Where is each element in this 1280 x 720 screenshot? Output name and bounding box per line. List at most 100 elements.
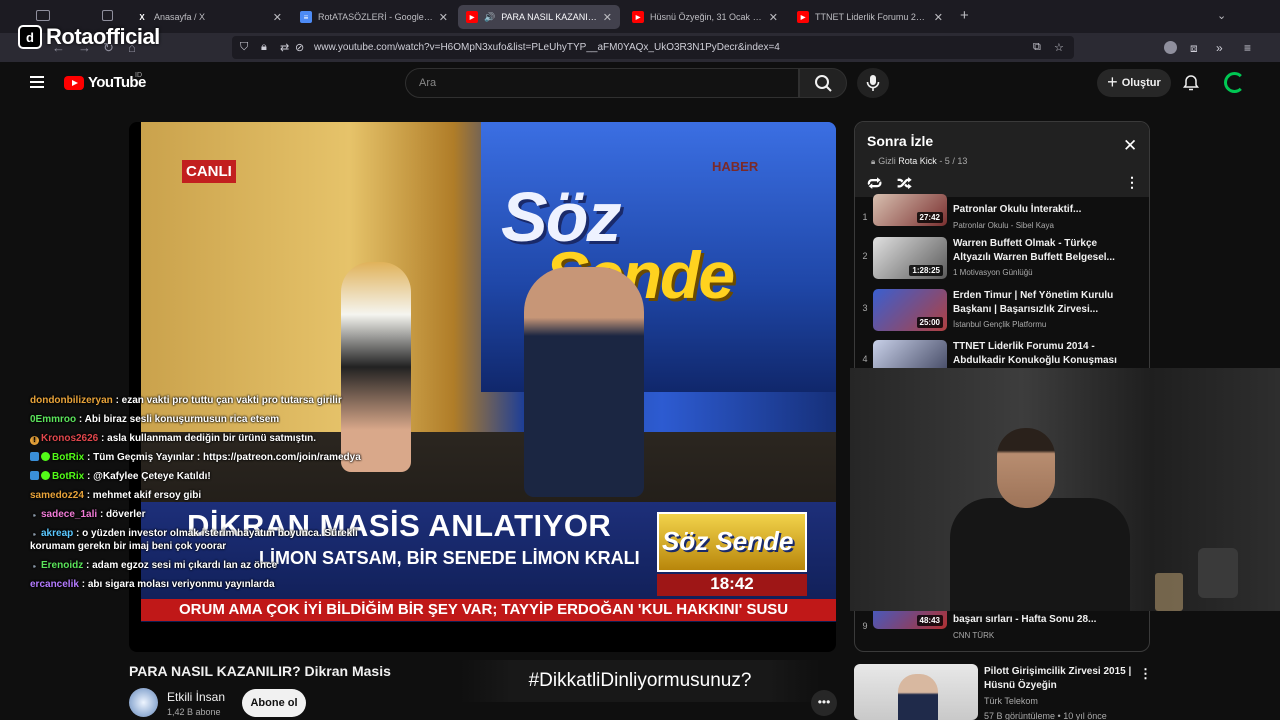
playlist-item-index: 4 xyxy=(862,354,868,364)
chat-username: Erenoidz xyxy=(41,560,84,571)
channel-name[interactable]: Etkili İnsan xyxy=(167,690,225,704)
duration-badge: 1:28:25 xyxy=(909,265,943,276)
close-icon[interactable]: ✕ xyxy=(1123,136,1137,156)
plus-icon: + xyxy=(1107,71,1118,92)
chat-text: : o yüzden investor olmak isterim hayatı… xyxy=(30,528,358,552)
browser-tab[interactable]: ≡ RotATASÖZLERİ - Google Dokü ✕ xyxy=(292,5,456,29)
close-tab-icon[interactable]: ✕ xyxy=(439,11,448,24)
chat-username: sadece_1ali xyxy=(41,509,98,520)
chat-username: BotRix xyxy=(52,471,85,482)
tracking-blocked-icon[interactable]: ⊘ xyxy=(295,41,304,54)
playlist-title[interactable]: Sonra İzle xyxy=(867,133,933,149)
sidebar-toggle-icon[interactable] xyxy=(36,10,50,21)
chat-username: akreap xyxy=(41,528,74,539)
related-title[interactable]: Pilott Girişimcilik Zirvesi 2015 | Hüsnü… xyxy=(984,665,1134,693)
glass xyxy=(1155,573,1183,611)
permissions-icon[interactable]: ⇄ xyxy=(280,41,289,54)
youtube-logo[interactable]: YouTube xyxy=(64,74,146,91)
warning-badge-icon: ! xyxy=(30,436,39,445)
playlist-item-index: 2 xyxy=(862,251,868,261)
close-tab-icon[interactable]: ✕ xyxy=(769,11,778,24)
create-button[interactable]: + Oluştur xyxy=(1097,69,1171,97)
x-logo-icon: X xyxy=(139,12,145,22)
playlist-position: - 5 / 13 xyxy=(939,156,968,166)
chat-message: ⁍ Erenoidz : adam egzoz sesi mi çıkardı l… xyxy=(30,559,370,572)
related-channel[interactable]: Türk Telekom xyxy=(984,696,1038,706)
more-vert-icon[interactable]: ⋮ xyxy=(1125,174,1139,191)
more-tools-icon[interactable]: » xyxy=(1216,41,1223,55)
menu-icon[interactable]: ≡ xyxy=(1244,41,1251,55)
chat-message: ercancelik : abı sigara molası veriyonmu… xyxy=(30,578,370,591)
playlist-item-title: Patronlar Okulu İnteraktif... xyxy=(953,204,1082,215)
search-input[interactable]: Ara xyxy=(405,68,799,98)
chat-username: BotRix xyxy=(52,452,85,463)
related-thumbnail[interactable] xyxy=(854,664,978,720)
playlist-item-title: başarı sırları - Hafta Sonu 28... xyxy=(953,614,1097,625)
duration-badge: 48:43 xyxy=(916,615,943,626)
subscribe-button[interactable]: Abone ol xyxy=(242,689,306,717)
chat-text: : mehmet akif ersoy gibi xyxy=(86,490,202,501)
playlist-item-channel: 1 Motivasyon Günlüğü xyxy=(953,268,1033,277)
playlist-item-channel: CNN TÜRK xyxy=(953,631,995,640)
account-icon[interactable] xyxy=(1164,41,1177,54)
close-tab-icon[interactable]: ✕ xyxy=(273,11,282,24)
new-tab-icon[interactable]: + xyxy=(960,7,969,24)
more-actions-button[interactable]: ••• xyxy=(811,690,837,716)
more-vert-icon[interactable]: ⋮ xyxy=(1139,666,1152,682)
chat-message: 0Emmroo : Abi biraz sesli konuşurmusun r… xyxy=(30,413,370,426)
playlist-item-title: TTNET Liderlik Forumu 2014 - Abdulkadir … xyxy=(953,341,1117,366)
video-title: PARA NASIL KAZANILIR? Dikran Masis xyxy=(129,663,391,679)
browser-tab[interactable]: ▶ Hüsnü Özyeğin, 31 Ocak 2017 F ✕ xyxy=(624,5,786,29)
playlist-item[interactable]: 9 48:43 başarı sırları - Hafta Sonu 28..… xyxy=(855,597,1149,651)
youtube-favicon-icon: ▶ xyxy=(632,11,644,23)
playlist-thumbnail[interactable]: 27:42 xyxy=(873,194,947,226)
playlist-owner[interactable]: Rota Kick xyxy=(898,156,937,166)
channel-avatar[interactable] xyxy=(129,688,158,717)
verified-badge-icon xyxy=(41,452,50,461)
extensions-icon[interactable]: ⧈ xyxy=(1190,41,1198,56)
kick-logo-icon: d xyxy=(18,25,42,49)
chat-message: BotRix : Tüm Geçmiş Yayınlar : https://p… xyxy=(30,451,370,464)
tab-title: RotATASÖZLERİ - Google Dokü xyxy=(318,12,433,22)
search-button[interactable] xyxy=(799,68,847,98)
close-tab-icon[interactable]: ✕ xyxy=(934,11,943,24)
url-text[interactable]: www.youtube.com/watch?v=H6OMpN3xufo&list… xyxy=(314,42,780,53)
lock-icon: 🔒︎ xyxy=(871,157,876,166)
playlist-item[interactable]: 2 1:28:25 Warren Buffett Olmak - Türkçe … xyxy=(855,237,1149,289)
chat-message: BotRix : @Kafylee Çeteye Katıldı! xyxy=(30,470,370,483)
hamburger-menu-icon[interactable] xyxy=(30,76,44,88)
chat-text: : abı sigara molası veriyonmu yayınlarda xyxy=(81,579,275,590)
shuffle-icon[interactable]: 🔀︎ xyxy=(897,173,912,195)
notifications-bell-icon[interactable] xyxy=(1182,74,1200,92)
speaker-icon[interactable]: 🔊 xyxy=(484,12,495,23)
bookmark-star-icon[interactable]: ☆ xyxy=(1054,41,1064,54)
playlist-thumbnail[interactable]: 1:28:25 xyxy=(873,237,947,279)
playlist-item-index: 3 xyxy=(862,303,868,313)
lock-icon[interactable]: 🔒︎ xyxy=(261,41,267,54)
voice-search-button[interactable] xyxy=(857,68,889,98)
caption-show-name: Söz Sende xyxy=(662,526,794,556)
picture-in-picture-icon[interactable]: ⧉ xyxy=(1033,41,1041,54)
playlist-subtitle: 🔒︎ Gizli Rota Kick - 5 / 13 xyxy=(871,156,967,167)
subscriber-count: 1,42 B abone xyxy=(167,707,221,717)
browser-tab-active[interactable]: ▶ 🔊 PARA NASIL KAZANILIR? D ✕ xyxy=(458,5,620,29)
chevron-down-icon[interactable]: ⌄ xyxy=(1217,9,1226,22)
chat-text: : Abi biraz sesli konuşurmusun rica etse… xyxy=(78,414,280,425)
loop-icon[interactable]: 🔁︎ xyxy=(867,173,882,195)
caption-clock: 18:42 xyxy=(657,574,807,596)
browser-tab[interactable]: ▶ TTNET Liderlik Forumu 2014 - A ✕ xyxy=(789,5,951,29)
tab-overview-icon[interactable] xyxy=(102,10,113,21)
shield-icon[interactable]: ⛉ xyxy=(240,41,248,54)
url-field[interactable]: ⛉ 🔒︎ ⇄ ⊘ www.youtube.com/watch?v=H6OMpN3… xyxy=(232,36,1074,59)
playlist-item-index: 9 xyxy=(862,621,868,631)
chat-username: dondonbilizeryan xyxy=(30,395,113,406)
close-tab-icon[interactable]: ✕ xyxy=(603,11,612,24)
playlist-item-title: Erden Timur | Nef Yönetim Kurulu Başkanı… xyxy=(953,290,1114,315)
jar xyxy=(1198,548,1238,598)
tab-title: TTNET Liderlik Forumu 2014 - A xyxy=(815,12,928,22)
playlist-item[interactable]: 3 25:00 Erden Timur | Nef Yönetim Kurulu… xyxy=(855,289,1149,341)
bot-badge-icon xyxy=(30,471,39,480)
playlist-thumbnail[interactable]: 25:00 xyxy=(873,289,947,331)
live-badge: CANLI xyxy=(182,160,236,183)
account-avatar[interactable] xyxy=(1224,72,1245,93)
